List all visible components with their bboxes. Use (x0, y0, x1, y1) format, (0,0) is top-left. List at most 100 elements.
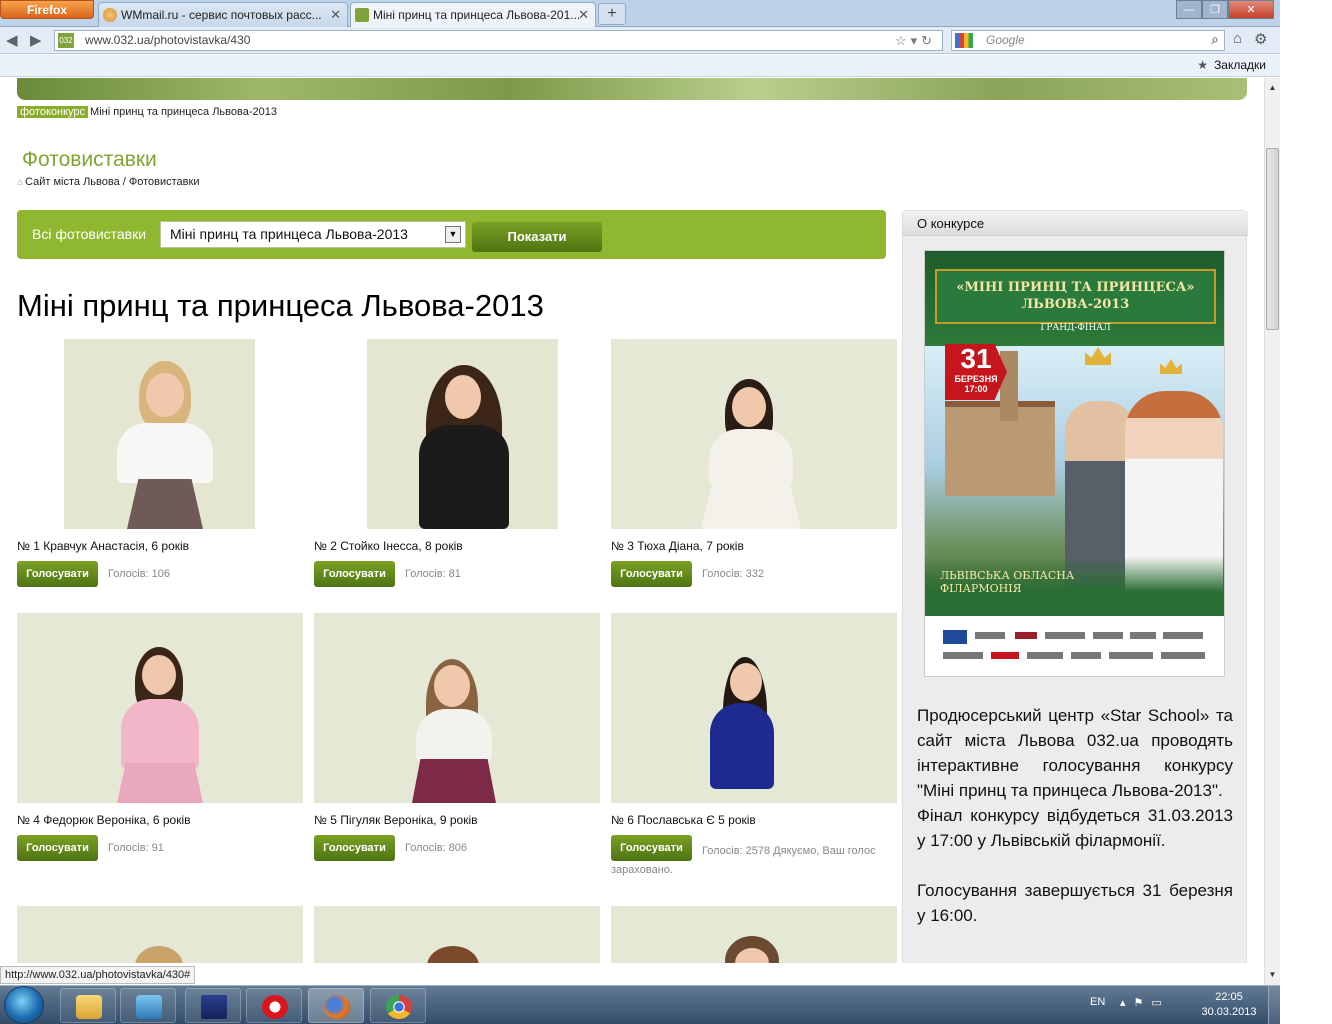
language-indicator[interactable]: EN (1090, 996, 1105, 1008)
scroll-up-icon[interactable]: ▲ (1265, 81, 1280, 95)
entry-photo[interactable] (611, 906, 897, 963)
start-button[interactable] (4, 986, 44, 1024)
tray-icons[interactable]: ▴⚑▭ (1120, 996, 1170, 1009)
folder-icon (76, 995, 102, 1019)
minimize-icon[interactable]: — (1176, 0, 1202, 19)
vote-count: Голосів: 91 (108, 842, 164, 854)
home-icon[interactable]: ⌂ (1233, 30, 1242, 47)
entry-caption[interactable]: № 6 Пославська Є 5 років (611, 813, 756, 827)
tab-gallery[interactable]: Міні принц та принцеса Львова-201... ✕ (350, 2, 596, 27)
opera-icon (262, 995, 288, 1019)
forward-arrow-icon[interactable]: ▶ (30, 31, 42, 49)
new-tab-button[interactable]: + (598, 3, 626, 25)
sidebar: О конкурсе «МІНІ ПРИНЦ ТА ПРИНЦЕСА» ЛЬВО… (902, 210, 1248, 963)
navigation-toolbar: ◀ ▶ 032 www.032.ua/photovistavka/430 ☆▾↻… (0, 27, 1280, 54)
tab-title: WMmail.ru - сервис почтовых расс... (121, 8, 322, 22)
taskbar-media-player[interactable] (120, 988, 176, 1023)
entry-caption[interactable]: № 2 Стойко Інесса, 8 років (314, 539, 463, 553)
bookmarks-menu-button[interactable]: Закладки (1197, 58, 1266, 72)
breadcrumb-current: Фотовиставки (128, 176, 200, 188)
tab-wmmail[interactable]: WMmail.ru - сервис почтовых расс... ✕ (98, 2, 348, 27)
scroll-thumb[interactable] (1266, 148, 1279, 330)
entry-photo[interactable] (314, 613, 600, 803)
taskbar-firefox[interactable] (308, 988, 364, 1023)
tab-strip: Firefox WMmail.ru - сервис почтовых расс… (0, 0, 1280, 27)
entry-photo[interactable] (314, 339, 600, 529)
entry-photo[interactable] (17, 613, 303, 803)
vote-button[interactable]: Голосувати (314, 835, 395, 861)
maximize-icon[interactable]: ❐ (1202, 0, 1228, 19)
dropdown-arrow-icon[interactable]: ▼ (445, 226, 461, 243)
gallery-select-value: Міні принц та принцеса Львова-2013 (170, 226, 408, 242)
header-banner-image (17, 78, 1247, 100)
close-tab-icon[interactable]: ✕ (578, 3, 589, 27)
search-icon[interactable]: ⌕ (1211, 30, 1219, 49)
entry-caption[interactable]: № 3 Тюха Діана, 7 років (611, 539, 744, 553)
gallery-title: Міні принц та принцеса Львова-2013 (17, 288, 544, 323)
vote-count: Голосів: 2578 Дякуємо, Ваш голос зарахов… (611, 845, 876, 876)
poster-time: 17:00 (964, 384, 988, 394)
addons-icon[interactable]: ⚙ (1254, 30, 1267, 48)
vertical-scrollbar[interactable]: ▲ ▼ (1264, 78, 1280, 985)
vote-button[interactable]: Голосувати (17, 561, 98, 587)
entry-caption[interactable]: № 1 Кравчук Анастасія, 6 років (17, 539, 189, 553)
media-player-icon (136, 995, 162, 1019)
taskbar-explorer[interactable] (60, 988, 116, 1023)
show-button[interactable]: Показати (472, 222, 602, 252)
close-tab-icon[interactable]: ✕ (330, 3, 341, 27)
entry-caption[interactable]: № 4 Федорюк Вероніка, 6 років (17, 813, 191, 827)
close-window-icon[interactable]: ✕ (1228, 0, 1274, 19)
entry-photo[interactable] (611, 339, 897, 529)
back-arrow-icon[interactable]: ◀ (6, 31, 18, 49)
vote-count: Голосів: 332 (702, 568, 765, 580)
scroll-down-icon[interactable]: ▼ (1265, 968, 1280, 982)
breadcrumb: ⌂ Сайт міста Львова / Фотовиставки (17, 176, 199, 188)
vote-button[interactable]: Голосувати (17, 835, 98, 861)
status-bar-link: http://www.032.ua/photovistavka/430# (0, 966, 196, 984)
bookmarks-toolbar: Закладки (0, 55, 1280, 77)
entry-photo[interactable] (17, 339, 303, 529)
vote-button[interactable]: Голосувати (611, 561, 692, 587)
vote-button[interactable]: Голосувати (314, 561, 395, 587)
taskbar-opera[interactable] (246, 988, 302, 1023)
entry-caption[interactable]: № 5 Пігуляк Вероніка, 9 років (314, 813, 478, 827)
site-identity-icon[interactable]: 032 (58, 33, 74, 48)
floppy-disk-icon (201, 995, 227, 1019)
vote-count: Голосів: 806 (405, 842, 468, 854)
breadcrumb-separator: / (119, 176, 129, 188)
gallery-select[interactable]: Міні принц та принцеса Львова-2013 ▼ (160, 221, 466, 248)
show-desktop-button[interactable] (1268, 986, 1280, 1024)
entry-photo[interactable] (314, 906, 600, 963)
clock[interactable]: 22:05 30.03.2013 (1198, 990, 1260, 1020)
vote-count: Голосів: 81 (405, 568, 461, 580)
category-tag[interactable]: фотоконкурс (17, 106, 89, 118)
firefox-icon (324, 995, 350, 1019)
sponsor-logos (925, 616, 1224, 676)
bookmark-star-reload-icon[interactable]: ☆▾↻ (895, 31, 936, 50)
taskbar-chrome[interactable] (370, 988, 426, 1023)
entry-photo[interactable] (611, 613, 897, 803)
entry-photo[interactable] (17, 906, 303, 963)
clock-date: 30.03.2013 (1201, 1006, 1257, 1018)
home-icon: ⌂ (17, 177, 24, 188)
search-bar[interactable]: Google ⌕ (951, 30, 1225, 51)
vote-count: Голосів: 106 (108, 568, 171, 580)
breadcrumb-home-link[interactable]: Сайт міста Львова (25, 176, 120, 188)
url-text: www.032.ua/photovistavka/430 (85, 33, 251, 47)
contest-description: Продюсерський центр «Star School» та сай… (917, 703, 1233, 928)
gallery-filter-bar: Всі фотовиставки Міні принц та принцеса … (17, 210, 886, 259)
taskbar-floppy-app[interactable] (185, 988, 241, 1023)
contest-poster-image[interactable]: «МІНІ ПРИНЦ ТА ПРИНЦЕСА» ЛЬВОВА-2013 ГРА… (924, 250, 1225, 677)
description-paragraph: Голосування завершується 31 березня у 16… (917, 881, 1233, 925)
address-bar[interactable]: 032 www.032.ua/photovistavka/430 ☆▾↻ (54, 30, 943, 51)
page-title: Фотовиставки (22, 148, 157, 171)
featured-link[interactable]: фотоконкурс Міні принц та принцеса Львова… (17, 106, 277, 118)
featured-link-text[interactable]: Міні принц та принцеса Львова-2013 (90, 106, 277, 118)
wmmail-favicon-icon (103, 8, 117, 22)
tab-title: Міні принц та принцеса Львова-201... (373, 8, 581, 22)
google-engine-icon[interactable] (955, 33, 973, 48)
firefox-menu-button[interactable]: Firefox (0, 0, 94, 19)
description-paragraph: Продюсерський центр «Star School» та сай… (917, 706, 1233, 800)
poster-title: «МІНІ ПРИНЦ ТА ПРИНЦЕСА» ЛЬВОВА-2013 (935, 269, 1216, 324)
all-galleries-link[interactable]: Всі фотовиставки (32, 226, 146, 242)
